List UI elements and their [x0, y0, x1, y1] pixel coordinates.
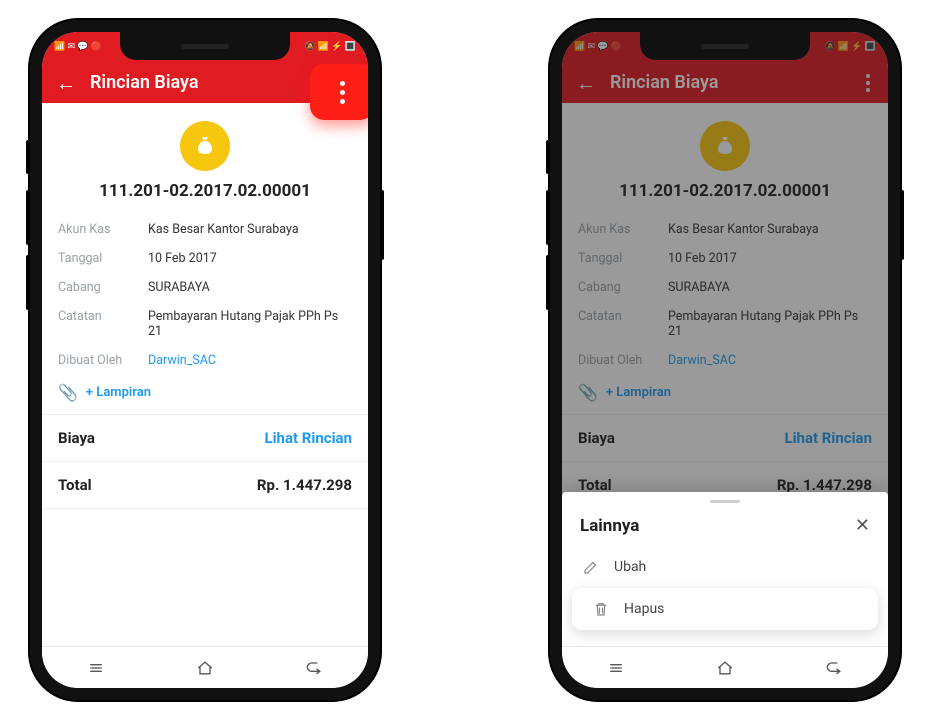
value-cabang: SURABAYA [148, 280, 352, 295]
label-tanggal: Tanggal [58, 251, 148, 266]
phone-mockup-1: 📶 ✉ 💬 🔴🔕 📶 ⚡ 🔳 ← Rincian Biaya 111.201-0… [30, 20, 380, 700]
money-bag-icon [180, 121, 230, 171]
sheet-item-label: Hapus [624, 601, 664, 617]
total-amount: Rp. 1.447.298 [257, 476, 352, 494]
system-nav-bar [42, 646, 368, 688]
total-row: Total Rp. 1.447.298 [42, 462, 368, 509]
label-cabang: Cabang [58, 280, 148, 295]
nav-back-icon[interactable] [304, 658, 324, 678]
label-dibuat: Dibuat Oleh [58, 353, 148, 368]
label-catatan: Catatan [58, 309, 148, 339]
lihat-rincian-link[interactable]: Lihat Rincian [264, 429, 352, 447]
edit-icon [582, 558, 600, 576]
value-dibuat[interactable]: Darwin_SAC [148, 353, 352, 368]
document-id: 111.201-02.2017.02.00001 [52, 181, 358, 201]
biaya-row: Biaya Lihat Rincian [42, 415, 368, 462]
nav-recent-icon[interactable] [606, 658, 626, 678]
device-notch [120, 32, 290, 60]
value-catatan: Pembayaran Hutang Pajak PPh Ps 21 [148, 309, 352, 339]
attachment-label: + Lampiran [86, 385, 151, 400]
more-menu-button[interactable] [310, 64, 368, 120]
paperclip-icon: 📎 [58, 383, 78, 402]
sheet-item-hapus[interactable]: Hapus [572, 588, 878, 630]
bottom-sheet: Lainnya ✕ Ubah Hapus [562, 492, 888, 646]
attachment-row[interactable]: 📎 + Lampiran [42, 381, 368, 415]
back-icon[interactable]: ← [56, 73, 76, 93]
content: 111.201-02.2017.02.00001 Akun KasKas Bes… [42, 103, 368, 646]
detail-list: Akun KasKas Besar Kantor Surabaya Tangga… [42, 209, 368, 381]
sheet-item-ubah[interactable]: Ubah [562, 546, 888, 588]
nav-back-icon[interactable] [824, 658, 844, 678]
nav-recent-icon[interactable] [86, 658, 106, 678]
device-notch [640, 32, 810, 60]
biaya-label: Biaya [58, 429, 95, 447]
close-icon[interactable]: ✕ [855, 515, 870, 536]
sheet-item-label: Ubah [614, 559, 646, 575]
phone-mockup-2: 📶 ✉ 💬 🔴🔕 📶 ⚡ 🔳 ← Rincian Biaya 111.201-0… [550, 20, 900, 700]
value-akun-kas: Kas Besar Kantor Surabaya [148, 222, 352, 237]
nav-home-icon[interactable] [715, 658, 735, 678]
sheet-title: Lainnya [580, 516, 639, 536]
sheet-drag-handle[interactable] [710, 500, 740, 503]
nav-home-icon[interactable] [195, 658, 215, 678]
label-akun-kas: Akun Kas [58, 222, 148, 237]
system-nav-bar [562, 646, 888, 688]
trash-icon [592, 600, 610, 618]
value-tanggal: 10 Feb 2017 [148, 251, 352, 266]
total-label: Total [58, 476, 92, 494]
